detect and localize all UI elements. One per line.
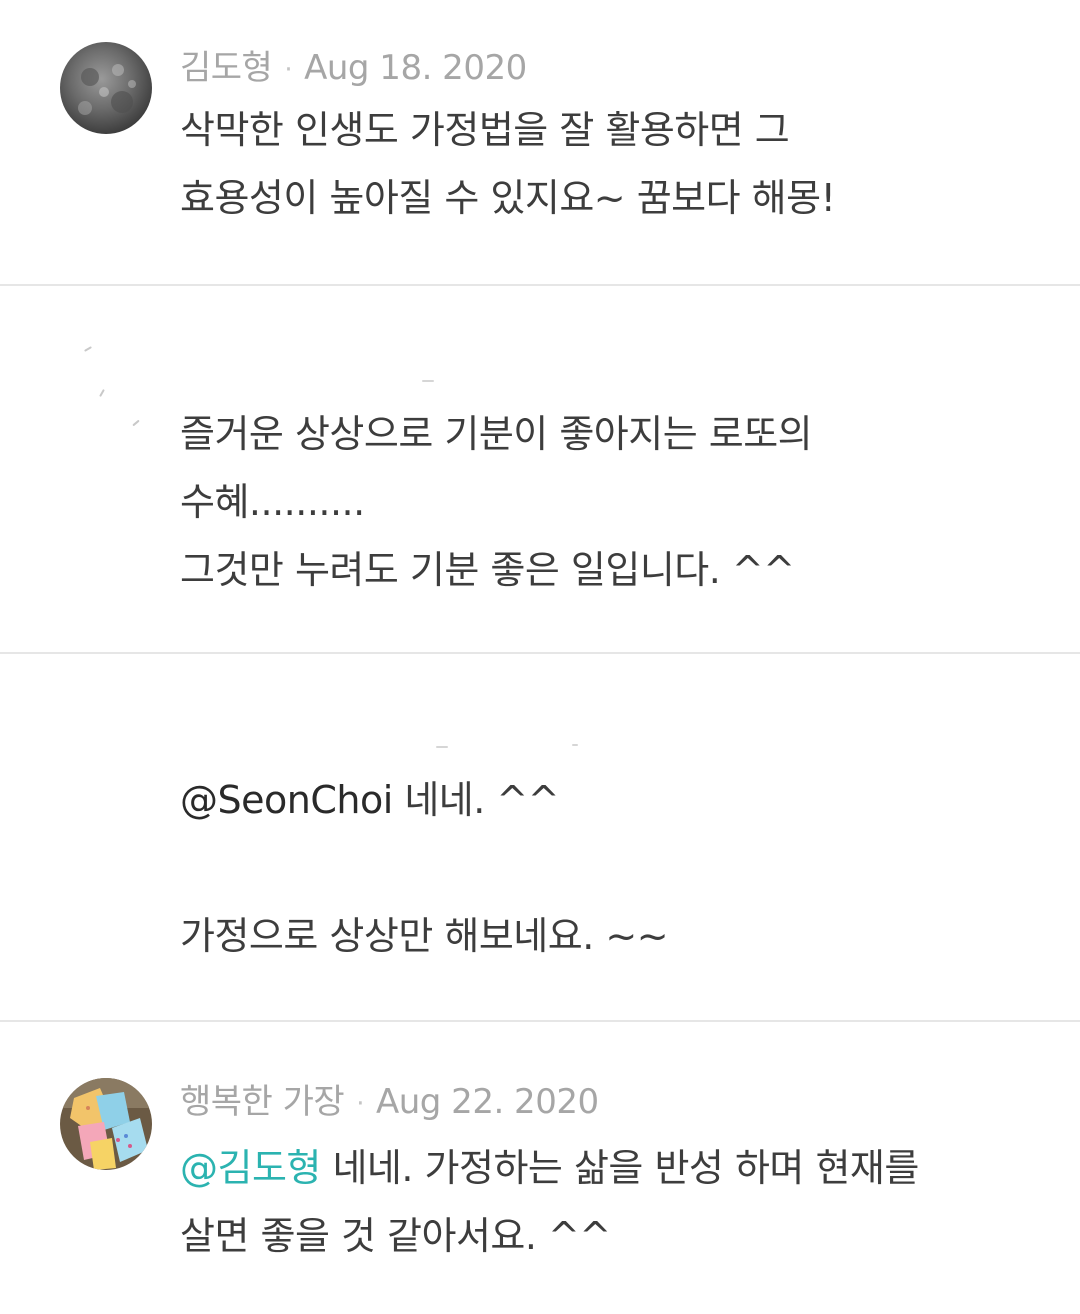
comment-line: 즐거운 상상으로 기분이 좋아지는 로또의 <box>180 412 813 456</box>
separator-dot: · <box>284 54 293 85</box>
comment-date: Aug 18. 2020 <box>304 48 527 88</box>
comment-line: 수혜.......... <box>180 480 365 524</box>
comment-line: 살면 좋을 것 같아서요. ^^ <box>180 1214 611 1258</box>
comment-line: 그것만 누려도 기분 좋은 일입니다. ^^ <box>180 548 795 592</box>
comment-text: 삭막한 인생도 가정법을 잘 활용하면 그 효용성이 높아질 수 있지요~ 꿈보… <box>180 96 836 232</box>
stray-mark <box>132 419 140 427</box>
stray-mark <box>84 346 92 352</box>
comment-text: @SeonChoi 네네. ^^ 가정으로 상상만 해보네요. ~~ <box>180 766 669 970</box>
comment-item: @SeonChoi 네네. ^^ 가정으로 상상만 해보네요. ~~ <box>0 654 1080 1020</box>
comment-meta: 김도형 · Aug 18. 2020 <box>180 40 527 89</box>
comment-line-rest: 네네. 가정하는 삶을 반성 하며 현재를 <box>320 1146 919 1190</box>
comment-item: 행복한 가장 · Aug 22. 2020 @김도형 네네. 가정하는 삶을 반성 … <box>0 1022 1080 1314</box>
comment-line: 삭막한 인생도 가정법을 잘 활용하면 그 <box>180 108 790 152</box>
comment-line: @김도형 네네. 가정하는 삶을 반성 하며 현재를 <box>180 1134 919 1202</box>
comment-item: 김도형 · Aug 18. 2020 삭막한 인생도 가정법을 잘 활용하면 그 효… <box>0 0 1080 286</box>
author-name[interactable]: 행복한 가장 <box>180 1082 345 1122</box>
comment-meta: 행복한 가장 · Aug 22. 2020 <box>180 1074 599 1123</box>
separator-dot: · <box>356 1088 364 1119</box>
stray-mark <box>436 746 448 748</box>
mention-link[interactable]: @김도형 <box>180 1146 321 1190</box>
stray-mark <box>422 380 434 382</box>
comment-line: 효용성이 높아질 수 있지요~ 꿈보다 해몽! <box>180 176 836 220</box>
comment-item: 즐거운 상상으로 기분이 좋아지는 로또의 수혜.......... 그것만 누… <box>0 286 1080 652</box>
comment-line: 가정으로 상상만 해보네요. ~~ <box>180 914 669 958</box>
mention-link[interactable]: @SeonChoi <box>180 778 393 822</box>
comment-text: @김도형 네네. 가정하는 삶을 반성 하며 현재를 살면 좋을 것 같아서요.… <box>180 1134 919 1270</box>
comment-text: 즐거운 상상으로 기분이 좋아지는 로또의 수혜.......... 그것만 누… <box>180 400 813 604</box>
comment-line-rest: 네네. ^^ <box>392 778 560 822</box>
author-name[interactable]: 김도형 <box>180 48 273 88</box>
comment-date: Aug 22. 2020 <box>375 1082 599 1122</box>
avatar[interactable] <box>60 1078 152 1170</box>
comment-line: @SeonChoi 네네. ^^ <box>180 766 668 834</box>
stray-mark <box>572 744 578 746</box>
avatar[interactable] <box>60 42 152 134</box>
stray-mark <box>99 389 105 397</box>
